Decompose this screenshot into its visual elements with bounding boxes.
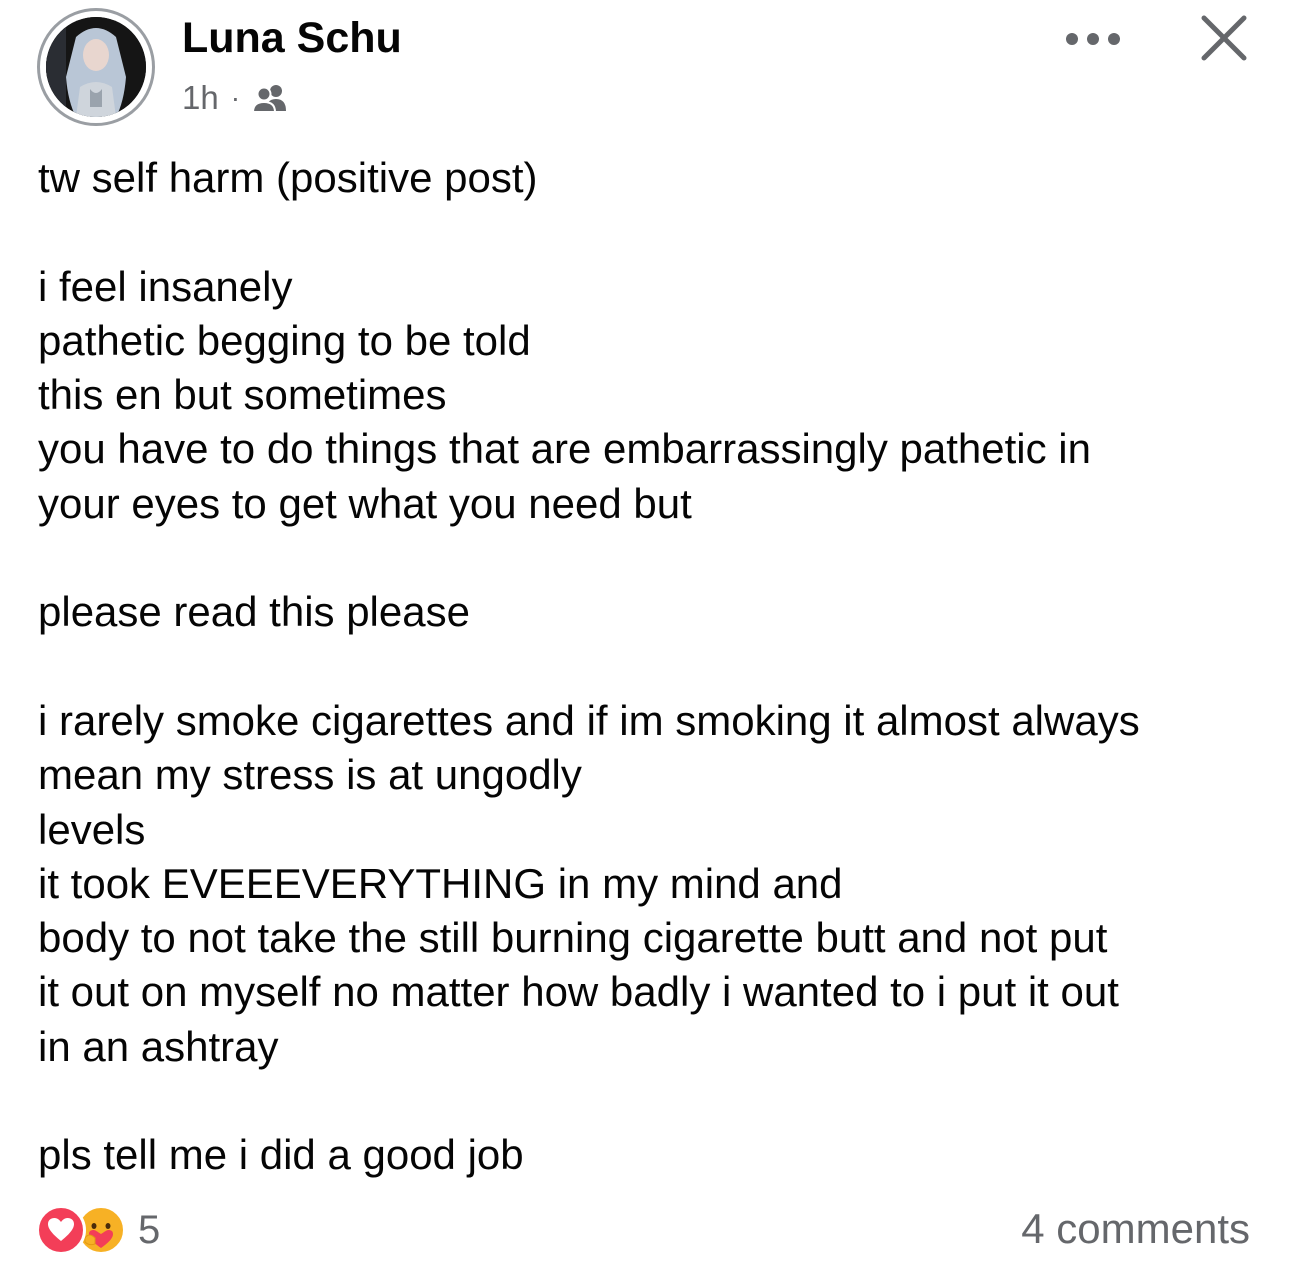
avatar-photo xyxy=(46,17,146,117)
post-text-line: in an ashtray xyxy=(38,1022,279,1070)
avatar[interactable] xyxy=(37,8,155,126)
comments-count-link[interactable]: 4 comments xyxy=(1021,1205,1250,1253)
more-options-button[interactable] xyxy=(1062,26,1124,52)
post-text-line: pathetic begging to be told xyxy=(38,316,531,364)
post-text-line: i rarely smoke cigarettes and if im smok… xyxy=(38,696,1140,744)
post-text-line: you have to do things that are embarrass… xyxy=(38,425,1091,473)
reactions-summary[interactable]: 5 xyxy=(36,1203,160,1257)
post-text-line: pls tell me i did a good job xyxy=(38,1131,524,1179)
ellipsis-icon xyxy=(1066,33,1120,45)
post-footer: 5 4 comments xyxy=(0,1195,1290,1265)
post-text-line: mean my stress is at ungodly xyxy=(38,751,582,799)
post-text-line: please read this please xyxy=(38,588,470,636)
post-text-line: it out on myself no matter how badly i w… xyxy=(38,968,1119,1016)
post-text-line: i feel insanely xyxy=(38,262,293,310)
post-text: tw self harm (positive post) i feel insan… xyxy=(38,151,1263,1183)
author-name[interactable]: Luna Schu xyxy=(182,14,402,63)
meta-separator: · xyxy=(230,82,241,113)
love-icon xyxy=(36,1205,86,1255)
post-timestamp[interactable]: 1h xyxy=(182,79,219,117)
post-text-line: tw self harm (positive post) xyxy=(38,154,538,201)
reaction-count: 5 xyxy=(138,1207,161,1252)
friends-icon xyxy=(252,83,288,113)
post-header: Luna Schu 1h · xyxy=(0,0,1290,140)
close-button[interactable] xyxy=(1196,10,1252,66)
close-icon xyxy=(1201,15,1247,61)
post-text-line: body to not take the still burning cigar… xyxy=(38,914,1108,962)
post-text-line: your eyes to get what you need but xyxy=(38,479,692,527)
post-text-line: this en but sometimes xyxy=(38,371,447,419)
post-text-line: levels xyxy=(38,805,146,853)
post-text-line: it took EVEEEVERYTHING in my mind and xyxy=(38,859,843,907)
post-meta: 1h · xyxy=(182,78,288,118)
